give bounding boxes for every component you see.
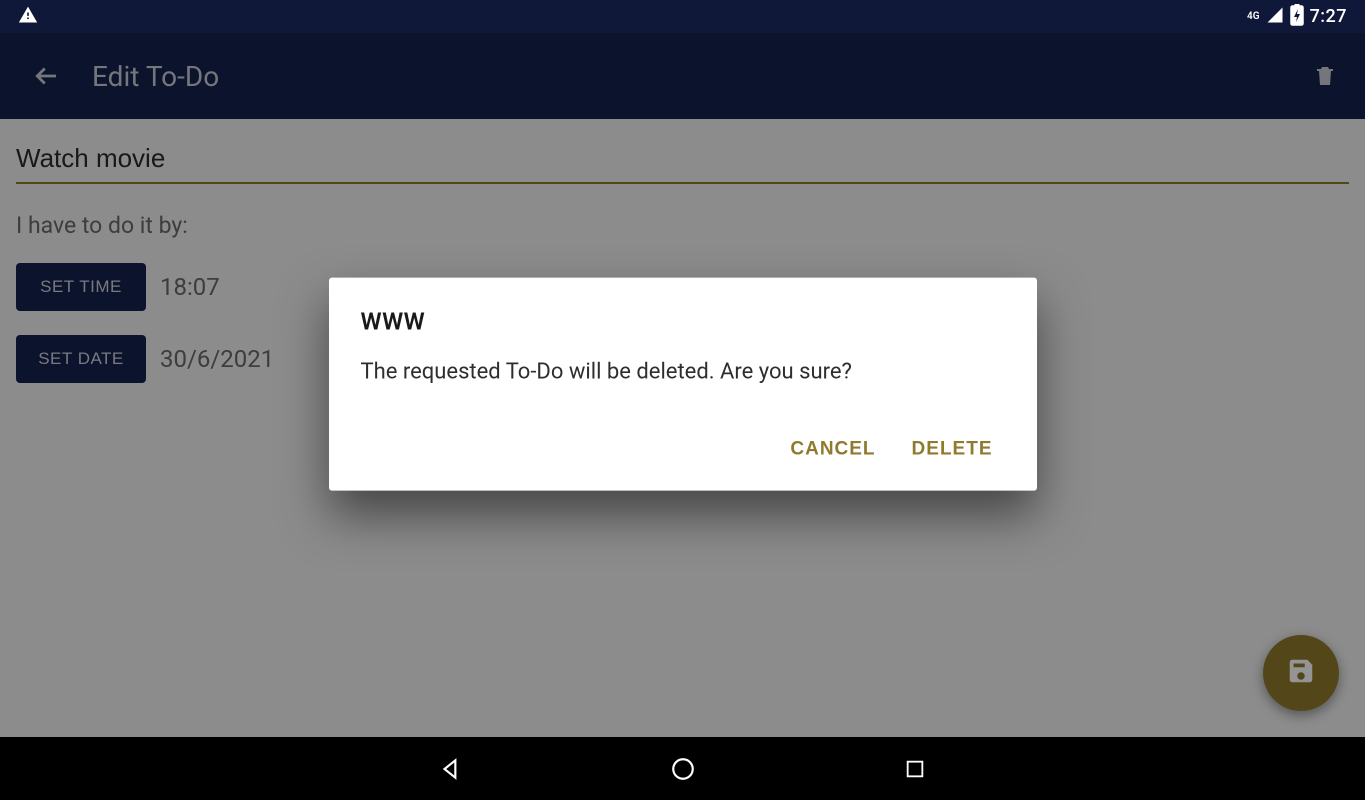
status-right: 4G 7:27 bbox=[1247, 4, 1347, 30]
dialog-title: WWW bbox=[361, 308, 1005, 336]
network-label: 4G bbox=[1247, 11, 1260, 22]
nav-recent-button[interactable] bbox=[899, 753, 931, 785]
dialog-actions: CANCEL DELETE bbox=[361, 428, 1005, 470]
status-time: 7:27 bbox=[1310, 6, 1347, 27]
battery-charging-icon bbox=[1290, 4, 1304, 30]
status-bar: 4G 7:27 bbox=[0, 0, 1365, 33]
status-left bbox=[18, 5, 38, 29]
nav-back-button[interactable] bbox=[435, 753, 467, 785]
warning-icon bbox=[18, 5, 38, 29]
signal-icon bbox=[1266, 6, 1284, 28]
system-nav-bar bbox=[0, 737, 1365, 800]
nav-home-button[interactable] bbox=[667, 753, 699, 785]
cancel-button[interactable]: CANCEL bbox=[786, 428, 879, 470]
confirm-delete-button[interactable]: DELETE bbox=[908, 428, 997, 470]
confirm-delete-dialog: WWW The requested To-Do will be deleted.… bbox=[329, 278, 1037, 491]
dialog-message: The requested To-Do will be deleted. Are… bbox=[361, 358, 1005, 389]
